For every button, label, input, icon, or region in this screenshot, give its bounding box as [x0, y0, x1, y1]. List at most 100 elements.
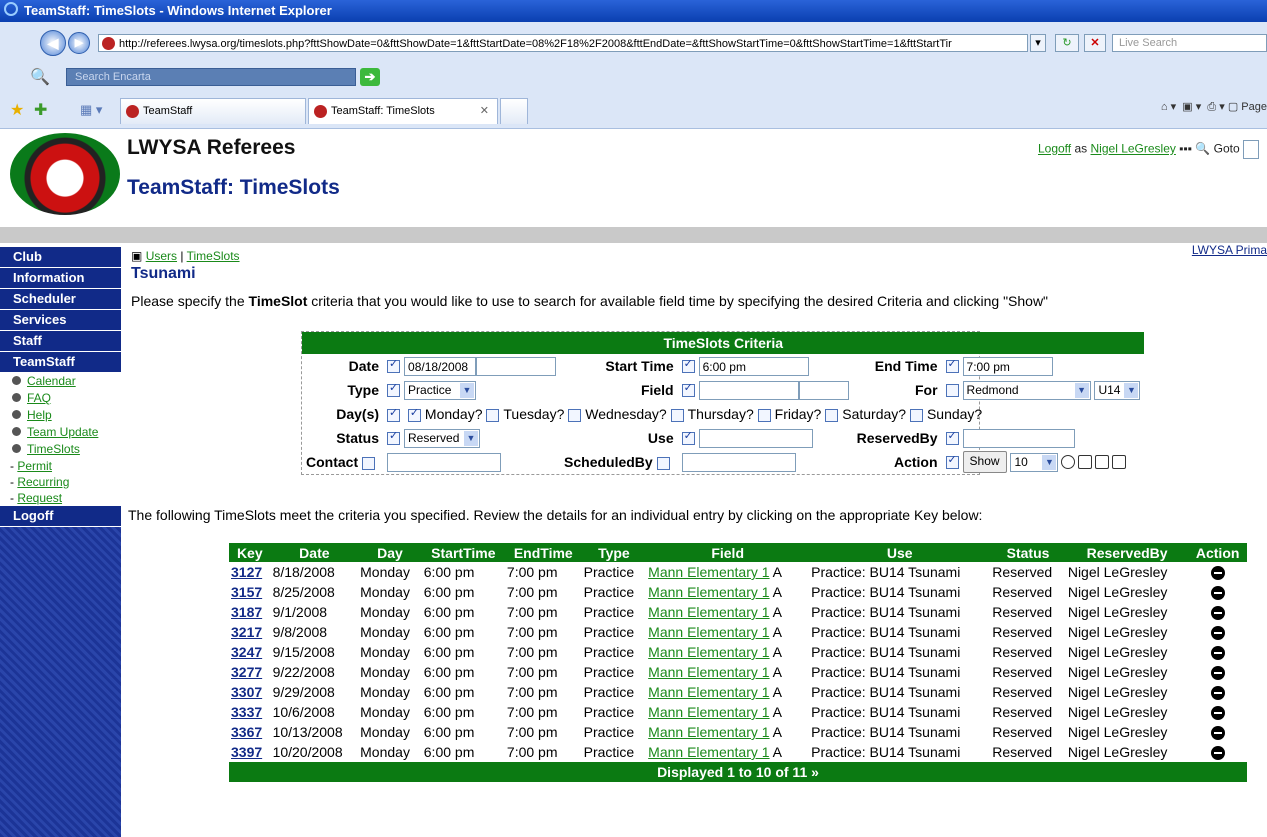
breadcrumb-timeslots[interactable]: TimeSlots	[187, 249, 240, 263]
end-date-input[interactable]	[476, 356, 557, 376]
type-select[interactable]: Practice ▼	[404, 380, 477, 400]
delete-icon[interactable]	[1210, 706, 1225, 721]
end-time-input[interactable]: 7:00 pm	[962, 356, 1053, 376]
delete-icon[interactable]	[1210, 566, 1225, 581]
search-icon[interactable]: 🔍	[1195, 142, 1210, 156]
field-link[interactable]: Mann Elementary 1	[648, 584, 769, 600]
key-link[interactable]: 3127	[231, 564, 262, 580]
scheduledby-checkbox[interactable]	[656, 456, 670, 470]
scheduledby-input[interactable]	[681, 452, 796, 472]
reservedby-input[interactable]	[962, 428, 1075, 448]
encarta-go-button[interactable]: ➔	[360, 68, 380, 86]
thursday-checkbox[interactable]	[670, 408, 684, 422]
field-link[interactable]: Mann Elementary 1	[648, 644, 769, 660]
sidebar-item-services[interactable]: Services	[0, 310, 121, 331]
contact-checkbox[interactable]	[362, 456, 376, 470]
days-checkbox[interactable]	[387, 406, 401, 422]
delete-icon[interactable]	[1210, 626, 1225, 641]
delete-icon[interactable]	[1210, 746, 1225, 761]
column-header[interactable]: Date	[270, 543, 359, 562]
field-link[interactable]: Mann Elementary 1	[648, 704, 769, 720]
for-checkbox[interactable]	[945, 383, 959, 397]
column-header[interactable]: Key	[229, 543, 271, 562]
sidebar-item-teamstaff[interactable]: TeamStaff	[0, 352, 121, 373]
status-select[interactable]: Reserved ▼	[404, 428, 481, 448]
key-link[interactable]: 3277	[231, 664, 262, 680]
encarta-search-input[interactable]: Search Encarta	[66, 68, 356, 86]
delete-icon[interactable]	[1210, 586, 1225, 601]
sidebar-item-team-update[interactable]: Team Update	[0, 424, 121, 441]
home-icon[interactable]: ⌂ ▾	[1161, 101, 1176, 113]
start-time-checkbox[interactable]	[681, 357, 695, 373]
address-dropdown-button[interactable]: ▾	[1030, 34, 1046, 52]
sidebar-item-scheduler[interactable]: Scheduler	[0, 289, 121, 310]
tuesday-checkbox[interactable]	[486, 408, 500, 422]
field-link[interactable]: Mann Elementary 1	[648, 744, 769, 760]
reservedby-checkbox[interactable]	[945, 429, 959, 445]
key-link[interactable]: 3337	[231, 704, 262, 720]
refresh-icon[interactable]: ↻	[1055, 34, 1079, 52]
column-header[interactable]: Field	[646, 543, 810, 562]
date-checkbox[interactable]	[387, 357, 401, 373]
type-checkbox[interactable]	[387, 381, 401, 397]
user-name-link[interactable]: Nigel LeGresley	[1091, 142, 1176, 156]
people-icon[interactable]: ▪▪▪	[1179, 142, 1192, 156]
use-checkbox[interactable]	[681, 429, 695, 445]
column-header[interactable]: Status	[990, 543, 1066, 562]
for-age-select[interactable]: U14 ▼	[1094, 380, 1141, 400]
sidebar-sub-recurring[interactable]: - Recurring	[0, 474, 121, 490]
radio-icon[interactable]	[1061, 455, 1076, 469]
column-header[interactable]: Use	[809, 543, 991, 562]
print-icon[interactable]: ⎙ ▾	[1207, 101, 1224, 113]
sidebar-item-timeslots[interactable]: TimeSlots	[0, 441, 121, 458]
new-tab-button[interactable]	[500, 98, 528, 124]
back-button[interactable]: ◀	[40, 30, 66, 56]
sidebar-sub-permit[interactable]: - Permit	[0, 458, 121, 474]
feeds-icon[interactable]: ▣ ▾	[1182, 101, 1201, 113]
field-link[interactable]: Mann Elementary 1	[648, 624, 769, 640]
key-link[interactable]: 3187	[231, 604, 262, 620]
sidebar-item-logoff[interactable]: Logoff	[0, 506, 121, 527]
delete-icon[interactable]	[1210, 726, 1225, 741]
delete-icon[interactable]	[1210, 646, 1225, 661]
field-link[interactable]: Mann Elementary 1	[648, 564, 769, 580]
save-icon[interactable]	[1078, 455, 1093, 469]
tab-teamstaff[interactable]: TeamStaff	[120, 98, 306, 124]
sunday-checkbox[interactable]	[909, 408, 923, 422]
key-link[interactable]: 3157	[231, 584, 262, 600]
key-link[interactable]: 3247	[231, 644, 262, 660]
field-sub-input[interactable]	[798, 380, 849, 400]
address-field[interactable]: http://referees.lwysa.org/timeslots.php?…	[98, 34, 1028, 52]
sidebar-item-staff[interactable]: Staff	[0, 331, 121, 352]
for-club-select[interactable]: Redmond ▼	[962, 380, 1091, 400]
sidebar-sub-request[interactable]: - Request	[0, 490, 121, 506]
page-size-select[interactable]: 10 ▼	[1010, 452, 1059, 472]
column-header[interactable]: Action	[1188, 543, 1247, 562]
use-input[interactable]	[698, 428, 813, 448]
delete-icon[interactable]	[1210, 666, 1225, 681]
stop-icon[interactable]: ✕	[1084, 34, 1106, 52]
breadcrumb-users[interactable]: Users	[146, 249, 177, 263]
wednesday-checkbox[interactable]	[568, 408, 582, 422]
favorites-star-icon[interactable]: ★	[10, 100, 24, 120]
friday-checkbox[interactable]	[757, 408, 771, 422]
field-checkbox[interactable]	[681, 381, 695, 397]
field-link[interactable]: Mann Elementary 1	[648, 604, 769, 620]
column-header[interactable]: ReservedBy	[1065, 543, 1189, 562]
key-link[interactable]: 3367	[231, 724, 262, 740]
column-header[interactable]: Type	[581, 543, 647, 562]
logoff-link[interactable]: Logoff	[1038, 142, 1071, 156]
delete-icon[interactable]	[1210, 686, 1225, 701]
tab-teamstaff-timeslots[interactable]: TeamStaff: TimeSlots ✕	[308, 98, 498, 124]
sidebar-item-information[interactable]: Information	[0, 268, 121, 289]
sidebar-item-calendar[interactable]: Calendar	[0, 373, 121, 390]
column-header[interactable]: Day	[358, 543, 422, 562]
add-favorites-icon[interactable]: ✚	[34, 100, 47, 120]
next-page-icon[interactable]: »	[811, 764, 819, 780]
contact-input[interactable]	[387, 452, 502, 472]
document-icon[interactable]	[1095, 455, 1110, 469]
page-menu[interactable]: ▢ Page	[1228, 101, 1267, 113]
lwysa-primary-link[interactable]: LWYSA Prima	[1192, 243, 1267, 257]
key-link[interactable]: 3397	[231, 744, 262, 760]
start-date-input[interactable]: 08/18/2008	[404, 356, 477, 376]
